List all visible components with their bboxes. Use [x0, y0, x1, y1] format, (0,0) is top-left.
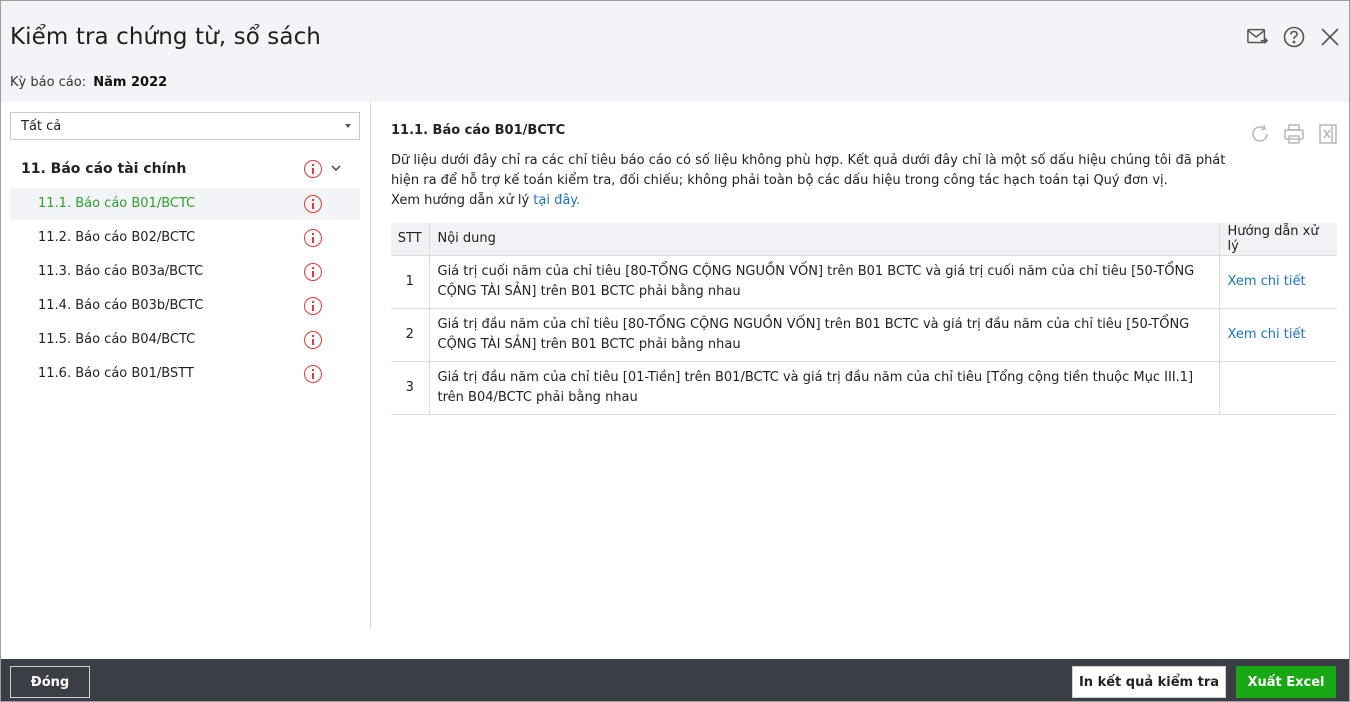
- close-button[interactable]: Đóng: [10, 666, 90, 698]
- dialog-window: Kiểm tra chứng từ, sổ sách Kỳ báo cáo: N…: [0, 0, 1350, 702]
- excel-icon[interactable]: [1317, 123, 1339, 145]
- view-detail-link[interactable]: Xem chi tiết: [1219, 308, 1337, 362]
- tree-item-label: 11.3. Báo cáo B03a/BCTC: [38, 264, 204, 279]
- right-panel: 11.1. Báo cáo B01/BCTC Dữ liệu dưới đây …: [372, 102, 1349, 629]
- tree-item-b03a-bctc[interactable]: 11.3. Báo cáo B03a/BCTC: [10, 256, 360, 288]
- left-panel: Tất cả 11. Báo cáo tài chính 11.1. Báo c…: [1, 102, 371, 629]
- help-icon[interactable]: [1283, 25, 1305, 49]
- row-content: Giá trị đầu năm của chỉ tiêu [01-Tiền] t…: [429, 361, 1220, 415]
- tree-item-b04-bctc[interactable]: 11.5. Báo cáo B04/BCTC: [10, 324, 360, 356]
- export-excel-button[interactable]: Xuất Excel: [1236, 666, 1336, 698]
- view-detail-link: [1219, 361, 1337, 415]
- row-content: Giá trị đầu năm của chỉ tiêu [80-TỔNG CỘ…: [429, 308, 1220, 362]
- tree-item-b02-bctc[interactable]: 11.2. Báo cáo B02/BCTC: [10, 222, 360, 254]
- tree-item-b01-bctc[interactable]: 11.1. Báo cáo B01/BCTC: [10, 188, 360, 220]
- warning-icon: [304, 365, 322, 383]
- tree-item-label: 11.6. Báo cáo B01/BSTT: [38, 366, 194, 381]
- tree-group-financial-reports[interactable]: 11. Báo cáo tài chính: [10, 154, 360, 184]
- report-period-label: Kỳ báo cáo:: [10, 75, 87, 90]
- report-period-value: Năm 2022: [93, 75, 168, 90]
- row-stt: 3: [391, 361, 430, 415]
- column-header-guide[interactable]: Hướng dẫn xử lý: [1219, 223, 1337, 256]
- warning-icon: [304, 160, 322, 178]
- table-row[interactable]: 2 Giá trị đầu năm của chỉ tiêu [80-TỔNG …: [391, 308, 1337, 362]
- mail-forward-icon[interactable]: [1247, 25, 1269, 49]
- refresh-icon[interactable]: [1249, 123, 1271, 145]
- detail-description: Dữ liệu dưới đây chỉ ra các chỉ tiêu báo…: [391, 151, 1231, 211]
- description-text: Dữ liệu dưới đây chỉ ra các chỉ tiêu báo…: [391, 153, 1226, 188]
- detail-title: 11.1. Báo cáo B01/BCTC: [391, 123, 566, 138]
- view-detail-link[interactable]: Xem chi tiết: [1219, 255, 1337, 309]
- check-results-table: STT Nội dung Hướng dẫn xử lý 1 Giá trị c…: [391, 223, 1337, 415]
- dialog-title: Kiểm tra chứng từ, sổ sách: [10, 24, 321, 50]
- print-results-button[interactable]: In kết quả kiểm tra: [1072, 666, 1226, 698]
- guide-prefix: Xem hướng dẫn xử lý: [391, 193, 530, 208]
- tree-item-b01-bstt[interactable]: 11.6. Báo cáo B01/BSTT: [10, 358, 360, 390]
- caret-down-icon: [345, 124, 351, 128]
- tree-item-b03b-bctc[interactable]: 11.4. Báo cáo B03b/BCTC: [10, 290, 360, 322]
- table-row[interactable]: 1 Giá trị cuối năm của chỉ tiêu [80-TỔNG…: [391, 255, 1337, 309]
- warning-icon: [304, 263, 322, 281]
- tree-item-label: 11.5. Báo cáo B04/BCTC: [38, 332, 196, 347]
- tree-item-label: 11.4. Báo cáo B03b/BCTC: [38, 298, 204, 313]
- guide-link[interactable]: tại đây.: [533, 193, 580, 208]
- column-header-stt[interactable]: STT: [391, 223, 430, 256]
- dialog-footer: Đóng In kết quả kiểm tra Xuất Excel: [1, 659, 1349, 701]
- guide-line: Xem hướng dẫn xử lý tại đây.: [391, 191, 1231, 211]
- warning-icon: [304, 297, 322, 315]
- filter-select-value: Tất cả: [21, 119, 62, 134]
- table-row[interactable]: 3 Giá trị đầu năm của chỉ tiêu [01-Tiền]…: [391, 361, 1337, 415]
- warning-icon: [304, 229, 322, 247]
- tree-item-label: 11.2. Báo cáo B02/BCTC: [38, 230, 196, 245]
- tree-item-clipped: [38, 400, 168, 405]
- row-content: Giá trị cuối năm của chỉ tiêu [80-TỔNG C…: [429, 255, 1220, 309]
- warning-icon: [304, 195, 322, 213]
- print-icon[interactable]: [1283, 123, 1305, 145]
- filter-select[interactable]: Tất cả: [10, 112, 360, 140]
- tree-group-label: 11. Báo cáo tài chính: [21, 161, 187, 177]
- row-stt: 1: [391, 255, 430, 309]
- detail-toolbar: [1249, 123, 1339, 145]
- column-header-content[interactable]: Nội dung: [429, 223, 1220, 256]
- close-icon[interactable]: [1319, 25, 1341, 49]
- chevron-down-icon[interactable]: [330, 162, 342, 178]
- header-actions: [1247, 25, 1341, 49]
- table-header: STT Nội dung Hướng dẫn xử lý: [391, 223, 1337, 256]
- tree-item-label: 11.1. Báo cáo B01/BCTC: [38, 196, 196, 211]
- warning-icon: [304, 331, 322, 349]
- row-stt: 2: [391, 308, 430, 362]
- dialog-header: Kiểm tra chứng từ, sổ sách Kỳ báo cáo: N…: [1, 1, 1349, 102]
- report-period: Kỳ báo cáo: Năm 2022: [10, 75, 167, 90]
